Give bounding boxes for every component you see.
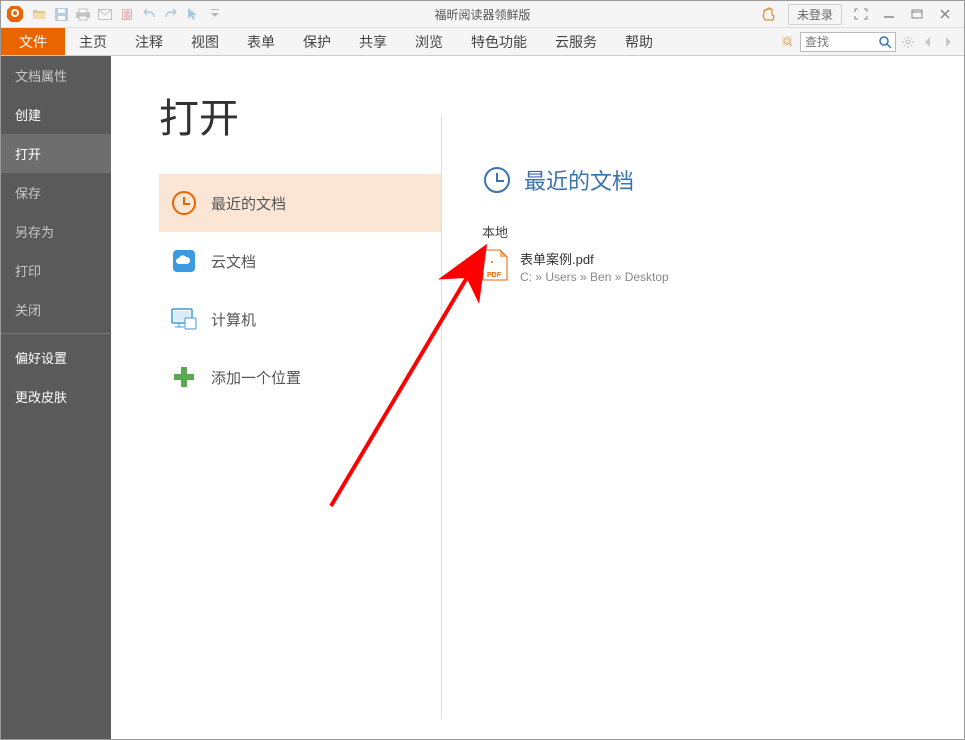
titlebar: 圕 福昕阅读器领鲜版 未登录 (1, 1, 964, 28)
nav-prev-icon[interactable] (920, 34, 936, 50)
location-recent[interactable]: 最近的文档 (159, 174, 441, 232)
location-label: 添加一个位置 (211, 367, 301, 388)
nav-next-icon[interactable] (940, 34, 956, 50)
sidebar-item-preferences[interactable]: 偏好设置 (1, 338, 111, 377)
main-area: 文档属性 创建 打开 保存 另存为 打印 关闭 偏好设置 更改皮肤 打开 最近的… (1, 56, 964, 739)
save-icon[interactable] (53, 6, 69, 22)
location-label: 云文档 (211, 251, 256, 272)
sidebar-item-properties[interactable]: 文档属性 (1, 56, 111, 95)
tab-file[interactable]: 文件 (1, 28, 65, 55)
minimize-icon[interactable] (880, 7, 898, 21)
tab-share[interactable]: 共享 (345, 28, 401, 55)
cloud-icon (171, 248, 197, 274)
tab-feature[interactable]: 特色功能 (457, 28, 541, 55)
cursor-icon[interactable] (185, 6, 201, 22)
tab-view[interactable]: 视图 (177, 28, 233, 55)
content-area: 打开 最近的文档 云文档 计算机 添加一个位置 (111, 56, 964, 739)
plus-icon (171, 364, 197, 390)
login-button[interactable]: 未登录 (788, 4, 842, 25)
recent-file-row[interactable]: PDF 表单案例.pdf C: » Users » Ben » Desktop (482, 249, 964, 284)
gear-icon[interactable] (900, 34, 916, 50)
quick-access-toolbar: 圕 (31, 6, 223, 22)
sidebar-item-close[interactable]: 关闭 (1, 290, 111, 329)
print-icon[interactable] (75, 6, 91, 22)
file-path: C: » Users » Ben » Desktop (520, 270, 669, 284)
file-sidebar: 文档属性 创建 打开 保存 另存为 打印 关闭 偏好设置 更改皮肤 (1, 56, 111, 739)
file-name: 表单案例.pdf (520, 249, 669, 268)
sidebar-item-create[interactable]: 创建 (1, 95, 111, 134)
recent-heading-text: 最近的文档 (524, 164, 634, 196)
location-add[interactable]: 添加一个位置 (159, 348, 441, 406)
sidebar-item-save[interactable]: 保存 (1, 173, 111, 212)
open-right-column: 最近的文档 本地 PDF 表单案例.pdf C: » Users » Ben »… (442, 56, 964, 739)
sidebar-item-print[interactable]: 打印 (1, 251, 111, 290)
ribbon-search-icon[interactable] (780, 34, 796, 50)
email-icon[interactable] (97, 6, 113, 22)
sidebar-item-skin[interactable]: 更改皮肤 (1, 377, 111, 416)
sidebar-separator (1, 333, 111, 334)
tab-help[interactable]: 帮助 (611, 28, 667, 55)
hand-icon[interactable] (760, 7, 778, 21)
tab-protect[interactable]: 保护 (289, 28, 345, 55)
tab-home[interactable]: 主页 (65, 28, 121, 55)
tab-annotate[interactable]: 注释 (121, 28, 177, 55)
pdf-file-icon: PDF (482, 249, 510, 281)
location-list: 最近的文档 云文档 计算机 添加一个位置 (159, 174, 441, 406)
svg-text:PDF: PDF (487, 272, 502, 279)
close-icon[interactable] (936, 7, 954, 21)
sidebar-item-save-as[interactable]: 另存为 (1, 212, 111, 251)
local-label: 本地 (482, 222, 964, 241)
location-label: 最近的文档 (211, 193, 286, 214)
clock-icon (171, 190, 197, 216)
qat-dropdown-icon[interactable] (207, 6, 223, 22)
svg-text:圕: 圕 (121, 8, 133, 20)
clock-icon (482, 165, 512, 195)
fullscreen-icon[interactable] (852, 7, 870, 21)
page-title: 打开 (159, 86, 441, 144)
tab-form[interactable]: 表单 (233, 28, 289, 55)
redo-icon[interactable] (163, 6, 179, 22)
location-computer[interactable]: 计算机 (159, 290, 441, 348)
recent-heading: 最近的文档 (482, 164, 964, 196)
search-go-icon[interactable] (875, 33, 895, 51)
location-label: 计算机 (211, 309, 256, 330)
tab-browse[interactable]: 浏览 (401, 28, 457, 55)
search-input[interactable] (801, 35, 875, 49)
ribbon: 文件 主页 注释 视图 表单 保护 共享 浏览 特色功能 云服务 帮助 (1, 28, 964, 56)
computer-icon (171, 306, 197, 332)
search-input-container (800, 32, 896, 52)
text-icon[interactable]: 圕 (119, 6, 135, 22)
tab-cloud[interactable]: 云服务 (541, 28, 611, 55)
location-cloud[interactable]: 云文档 (159, 232, 441, 290)
undo-icon[interactable] (141, 6, 157, 22)
open-icon[interactable] (31, 6, 47, 22)
sidebar-item-open[interactable]: 打开 (1, 134, 111, 173)
restore-icon[interactable] (908, 7, 926, 21)
app-logo-icon (5, 4, 25, 24)
open-left-column: 打开 最近的文档 云文档 计算机 添加一个位置 (111, 56, 441, 739)
